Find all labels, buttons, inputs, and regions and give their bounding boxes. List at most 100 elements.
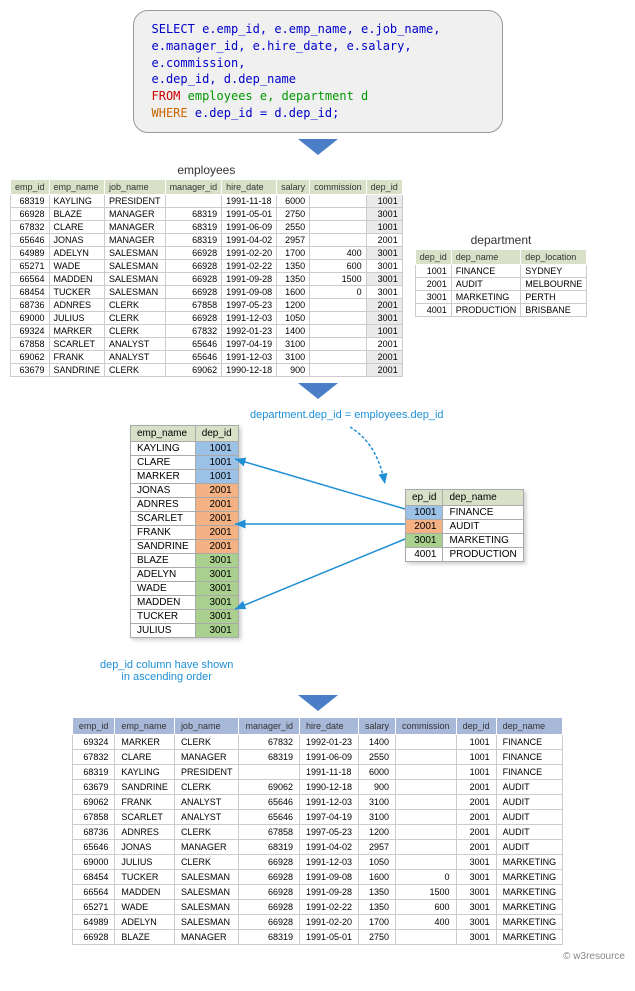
- cell: SALESMAN: [174, 884, 239, 899]
- cell: MADDEN: [49, 272, 105, 285]
- cell: 1001: [456, 749, 496, 764]
- cell: 1350: [359, 899, 396, 914]
- cell: 1991-09-28: [222, 272, 277, 285]
- cell: 1991-06-09: [222, 220, 277, 233]
- cell: CLERK: [105, 298, 166, 311]
- table-row: CLARE1001: [131, 455, 239, 469]
- cell: 68319: [72, 764, 115, 779]
- col-header: dep_name: [451, 249, 521, 264]
- cell: PRESIDENT: [174, 764, 239, 779]
- table-row: 67832CLAREMANAGER683191991-06-0925501001…: [72, 749, 562, 764]
- table-row: 67858SCARLETANALYST656461997-04-19310020…: [72, 809, 562, 824]
- cell: 1050: [277, 311, 310, 324]
- cell: 65646: [165, 337, 222, 350]
- cell: [396, 929, 457, 944]
- cell: 3001: [456, 854, 496, 869]
- cell: 67832: [165, 324, 222, 337]
- cell: 2001: [456, 779, 496, 794]
- sql-where-cond: e.dep_id = d.dep_id;: [188, 106, 340, 120]
- cell: 2001: [366, 350, 402, 363]
- cell: ANALYST: [174, 809, 239, 824]
- cell: 3001: [195, 553, 238, 567]
- cell: 1991-05-01: [299, 929, 358, 944]
- cell: 2750: [277, 207, 310, 220]
- cell: 3001: [195, 567, 238, 581]
- table-row: 3001MARKETING: [406, 533, 524, 547]
- table-row: 68736ADNRESCLERK678581997-05-2312002001: [11, 298, 403, 311]
- cell: 3001: [456, 884, 496, 899]
- cell: 65646: [72, 839, 115, 854]
- cell: JONAS: [131, 483, 196, 497]
- cell: 3001: [456, 914, 496, 929]
- cell: SANDRINE: [115, 779, 175, 794]
- asc-note-line2: in ascending order: [121, 671, 212, 683]
- table-header-row: emp_idemp_namejob_namemanager_idhire_dat…: [11, 179, 403, 194]
- cell: 3001: [195, 595, 238, 609]
- cell: 1990-12-18: [222, 363, 277, 376]
- cell: 1350: [277, 259, 310, 272]
- cell: 67832: [72, 749, 115, 764]
- cell: CLARE: [131, 455, 196, 469]
- table-row: 68319KAYLINGPRESIDENT1991-11-1860001001F…: [72, 764, 562, 779]
- cell: 67858: [239, 824, 300, 839]
- cell: AUDIT: [496, 809, 563, 824]
- cell: 66928: [72, 929, 115, 944]
- cell: [239, 764, 300, 779]
- cell: 2001: [366, 363, 402, 376]
- table-row: 3001MARKETINGPERTH: [415, 290, 587, 303]
- cell: 1001: [366, 220, 402, 233]
- cell: [310, 233, 367, 246]
- table-row: 68454TUCKERSALESMAN669281991-09-08160003…: [72, 869, 562, 884]
- cell: 3001: [415, 290, 451, 303]
- cell: 1997-04-19: [299, 809, 358, 824]
- cell: 2001: [195, 525, 238, 539]
- table-row: ADNRES2001: [131, 497, 239, 511]
- cell: 69062: [239, 779, 300, 794]
- cell: TUCKER: [131, 609, 196, 623]
- cell: 67858: [165, 298, 222, 311]
- cell: WADE: [115, 899, 175, 914]
- cell: ADELYN: [49, 246, 105, 259]
- cell: 66928: [239, 914, 300, 929]
- cell: [310, 363, 367, 376]
- sql-where-kw: WHERE: [152, 106, 188, 120]
- cell: 67858: [11, 337, 50, 350]
- cell: [396, 764, 457, 779]
- cell: MANAGER: [105, 233, 166, 246]
- cell: 68736: [11, 298, 50, 311]
- cell: 1992-01-23: [299, 734, 358, 749]
- cell: SANDRINE: [49, 363, 105, 376]
- cell: PERTH: [521, 290, 587, 303]
- cell: MADDEN: [131, 595, 196, 609]
- table-row: 69324MARKERCLERK678321992-01-2314001001F…: [72, 734, 562, 749]
- table-row: JULIUS3001: [131, 623, 239, 637]
- cell: MARKETING: [443, 533, 523, 547]
- table-row: 4001PRODUCTION: [406, 547, 524, 561]
- cell: 0: [396, 869, 457, 884]
- cell: ADNRES: [115, 824, 175, 839]
- cell: 67832: [11, 220, 50, 233]
- table-row: 2001AUDITMELBOURNE: [415, 277, 587, 290]
- cell: [396, 749, 457, 764]
- employees-table: emp_idemp_namejob_namemanager_idhire_dat…: [10, 179, 403, 377]
- cell: 3100: [277, 337, 310, 350]
- cell: JONAS: [115, 839, 175, 854]
- cell: 2001: [456, 794, 496, 809]
- cell: 1991-02-22: [222, 259, 277, 272]
- cell: 6000: [277, 194, 310, 207]
- cell: [396, 809, 457, 824]
- sql-from-tables: employees e, department d: [180, 89, 368, 103]
- cell: SALESMAN: [105, 259, 166, 272]
- cell: ADELYN: [131, 567, 196, 581]
- cell: [165, 194, 222, 207]
- join-diagram: department.dep_id = employees.dep_id emp…: [10, 409, 625, 689]
- table-row: WADE3001: [131, 581, 239, 595]
- cell: 3001: [195, 581, 238, 595]
- table-row: 63679SANDRINECLERK690621990-12-189002001: [11, 363, 403, 376]
- cell: CLERK: [174, 779, 239, 794]
- col-header: emp_name: [115, 717, 175, 734]
- cell: 66928: [239, 869, 300, 884]
- cell: 1991-09-08: [222, 285, 277, 298]
- cell: 2001: [456, 809, 496, 824]
- cell: 1991-12-03: [222, 311, 277, 324]
